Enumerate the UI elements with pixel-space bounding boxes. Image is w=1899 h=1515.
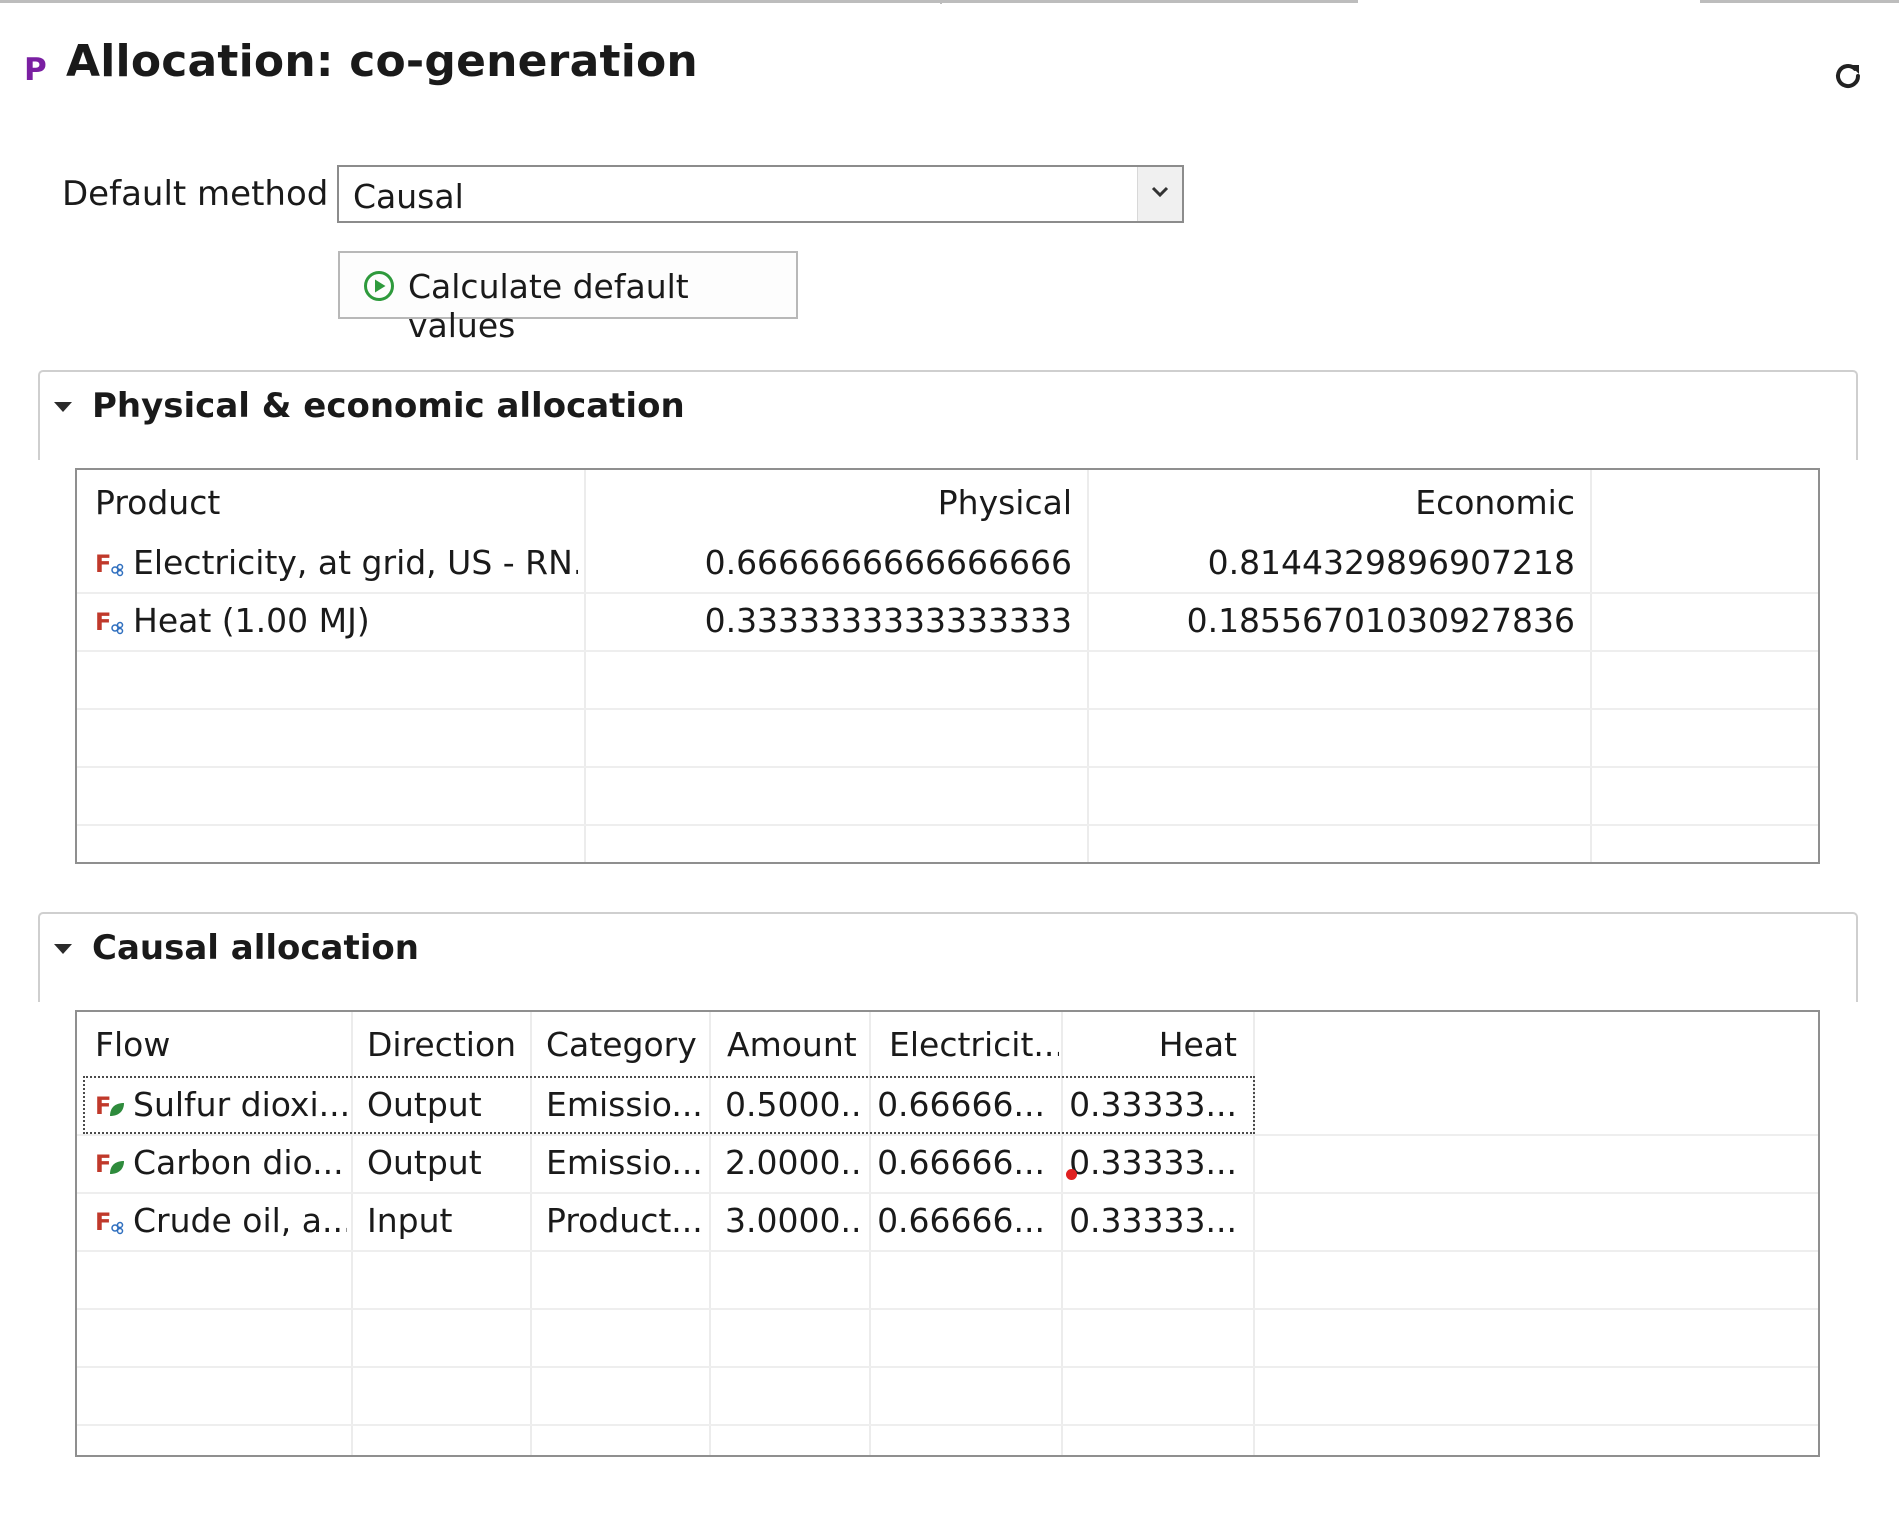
- collapse-triangle-icon[interactable]: [54, 944, 72, 954]
- column-header-amount[interactable]: Amount: [727, 1016, 867, 1074]
- allocation-page: P Allocation: co-generation Default meth…: [0, 0, 1899, 1515]
- table-cell-flow[interactable]: Sulfur dioxi...: [133, 1076, 347, 1134]
- column-header-electricity[interactable]: Electricit...: [889, 1016, 1059, 1074]
- table-cell-physical[interactable]: 0.3333333333333333: [597, 592, 1072, 650]
- table-cell-physical[interactable]: 0.6666666666666666: [597, 534, 1072, 592]
- svg-text:F: F: [95, 608, 111, 636]
- default-method-value: Causal: [353, 177, 464, 216]
- refresh-icon[interactable]: [1830, 58, 1866, 94]
- table-cell-direction[interactable]: Output: [367, 1134, 527, 1192]
- column-header-category[interactable]: Category: [546, 1016, 706, 1074]
- table-cell-product[interactable]: Electricity, at grid, US - RN...: [133, 534, 578, 592]
- svg-text:F: F: [95, 1150, 111, 1178]
- product-flow-icon: F: [95, 608, 124, 636]
- product-flow-icon: F: [95, 550, 124, 578]
- table-cell-category[interactable]: Emissio...: [546, 1134, 706, 1192]
- table-cell-heat[interactable]: 0.33333...: [1067, 1134, 1237, 1192]
- physical-economic-table: Product Physical Economic F Electricity,…: [75, 468, 1820, 864]
- default-method-select[interactable]: Causal: [337, 165, 1184, 223]
- calculate-button-label: Calculate default values: [408, 267, 689, 345]
- table-cell-flow[interactable]: Crude oil, a...: [133, 1192, 347, 1250]
- page-title: Allocation: co-generation: [66, 36, 698, 87]
- column-header-economic[interactable]: Economic: [1100, 474, 1575, 532]
- column-header-heat[interactable]: Heat: [1067, 1016, 1237, 1074]
- table-cell-direction[interactable]: Output: [367, 1076, 527, 1134]
- play-circle-icon: [364, 271, 394, 301]
- default-method-label: Default method: [62, 174, 329, 214]
- causal-allocation-section: Causal allocation: [38, 912, 1858, 1002]
- process-icon: P: [24, 52, 47, 88]
- table-cell-product[interactable]: Heat (1.00 MJ): [133, 592, 578, 650]
- product-flow-icon: F: [95, 1208, 124, 1236]
- table-cell-electricity[interactable]: 0.66666...: [877, 1134, 1045, 1192]
- table-cell-amount[interactable]: 2.0000...: [725, 1134, 865, 1192]
- page-header: P Allocation: co-generation: [0, 30, 1899, 100]
- column-header-physical[interactable]: Physical: [597, 474, 1072, 532]
- table-cell-amount[interactable]: 0.5000...: [725, 1076, 865, 1134]
- cursor-marker: [1066, 1169, 1077, 1180]
- svg-text:F: F: [95, 1092, 111, 1120]
- collapse-triangle-icon[interactable]: [54, 402, 72, 412]
- table-cell-category[interactable]: Emissio...: [546, 1076, 706, 1134]
- table-cell-electricity[interactable]: 0.66666...: [877, 1192, 1045, 1250]
- table-cell-economic[interactable]: 0.8144329896907218: [1100, 534, 1575, 592]
- section-title: Physical & economic allocation: [92, 386, 685, 426]
- column-header-product[interactable]: Product: [95, 474, 575, 532]
- chevron-down-icon: [1151, 186, 1169, 198]
- column-header-flow[interactable]: Flow: [95, 1016, 345, 1074]
- table-cell-electricity[interactable]: 0.66666...: [877, 1076, 1045, 1134]
- table-cell-direction[interactable]: Input: [367, 1192, 527, 1250]
- physical-economic-section: Physical & economic allocation: [38, 370, 1858, 460]
- dropdown-arrow[interactable]: [1137, 167, 1182, 221]
- calculate-default-values-button[interactable]: Calculate default values: [338, 251, 798, 345]
- svg-text:F: F: [95, 1208, 111, 1236]
- svg-text:F: F: [95, 550, 111, 578]
- table-cell-economic[interactable]: 0.18556701030927836: [1100, 592, 1575, 650]
- table-cell-heat[interactable]: 0.33333...: [1067, 1076, 1237, 1134]
- section-title: Causal allocation: [92, 928, 419, 968]
- elementary-flow-icon: F: [95, 1150, 124, 1178]
- table-cell-amount[interactable]: 3.0000...: [725, 1192, 865, 1250]
- table-cell-category[interactable]: Product...: [546, 1192, 706, 1250]
- table-cell-flow[interactable]: Carbon dio...: [133, 1134, 347, 1192]
- table-cell-heat[interactable]: 0.33333...: [1067, 1192, 1237, 1250]
- column-header-direction[interactable]: Direction: [367, 1016, 527, 1074]
- editor-tab-strip: [0, 0, 1899, 6]
- elementary-flow-icon: F: [95, 1092, 124, 1120]
- causal-allocation-table: Flow Direction Category Amount Electrici…: [75, 1010, 1820, 1457]
